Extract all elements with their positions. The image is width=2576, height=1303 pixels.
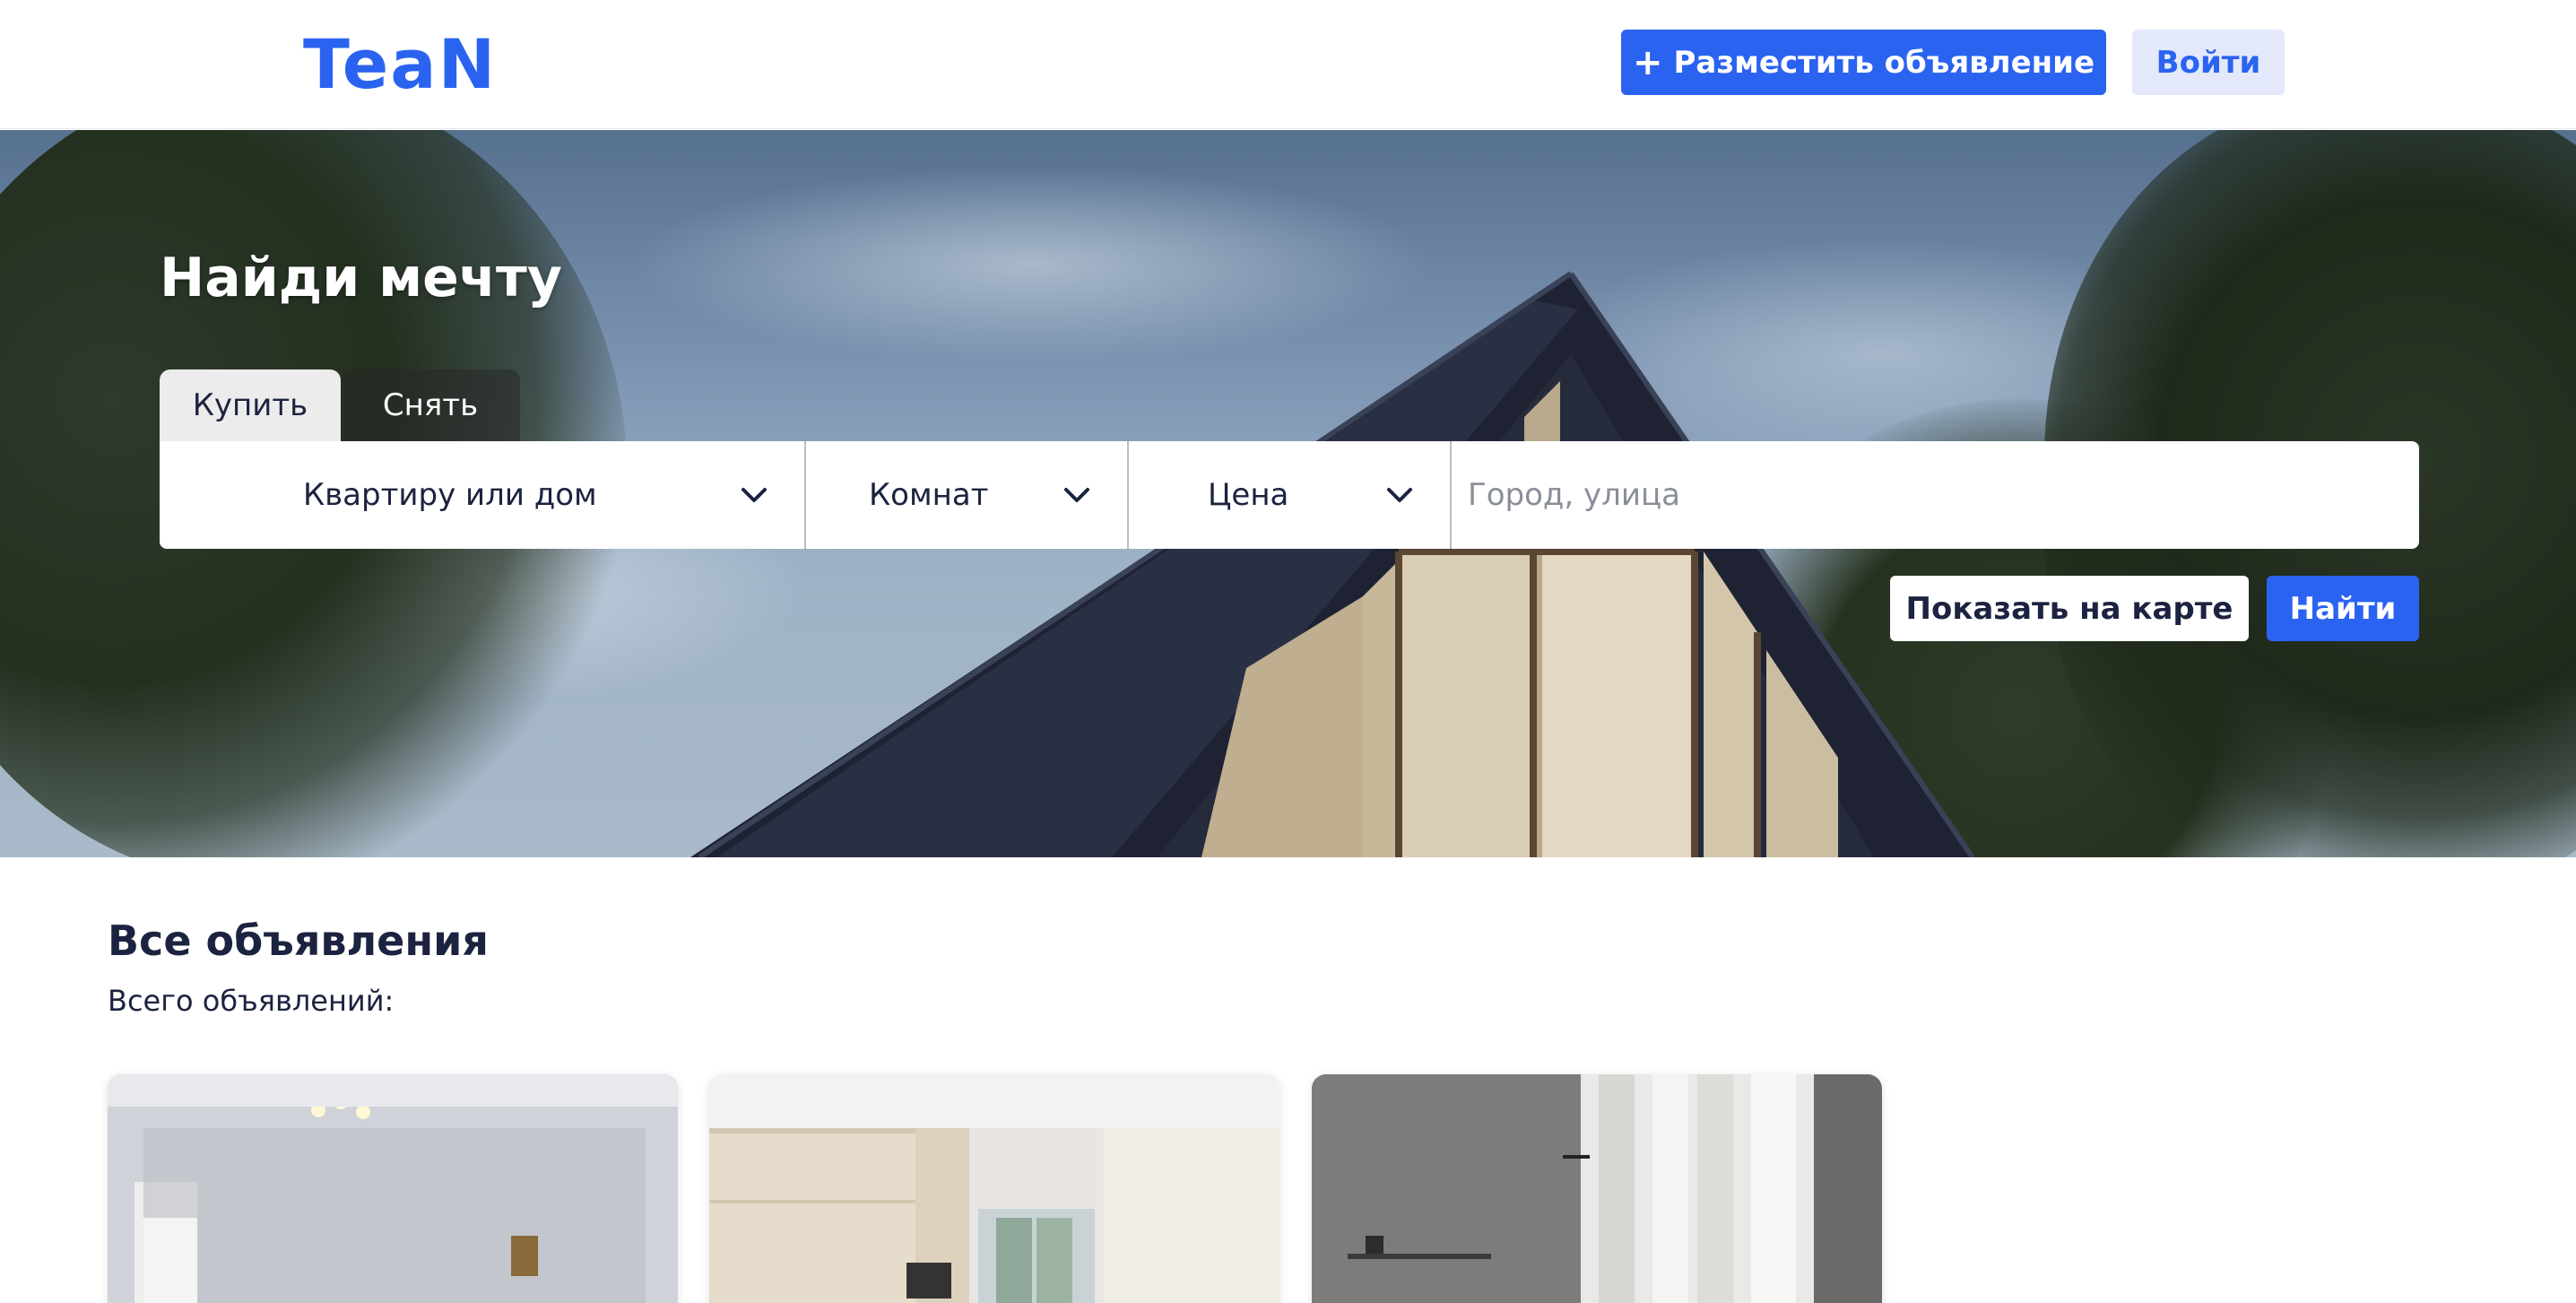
logo[interactable]: TeaN [303,22,497,108]
listing-photo [709,1074,1279,1303]
rooms-select[interactable]: Комнат [806,441,1129,549]
location-input[interactable] [1452,441,2419,549]
listing-card[interactable] [709,1074,1279,1303]
chevron-down-icon [1387,488,1412,502]
search-bar: Квартиру или дом Комнат Цена [160,441,2419,549]
property-type-select[interactable]: Квартиру или дом [160,441,806,549]
property-type-value: Квартиру или дом [303,477,597,513]
plus-icon: + [1632,41,1663,83]
price-value: Цена [1208,477,1289,513]
search-button[interactable]: Найти [2267,576,2419,641]
hero-banner: Найди мечту Купить Снять Квартиру или до… [0,130,2576,857]
listing-card[interactable] [1312,1074,1882,1303]
login-button[interactable]: Войти [2132,30,2285,95]
site-header: TeaN + Разместить объявление Войти [0,0,2576,129]
listings-title: Все объявления [108,916,489,965]
listings-count-label: Всего объявлений: [108,984,395,1018]
tab-buy[interactable]: Купить [160,369,341,441]
chevron-down-icon [1064,488,1089,502]
hero-title: Найди мечту [160,247,562,309]
price-select[interactable]: Цена [1129,441,1452,549]
chevron-down-icon [742,488,767,502]
rooms-value: Комнат [869,477,989,513]
post-listing-label: Разместить объявление [1673,44,2095,81]
post-listing-button[interactable]: + Разместить объявление [1621,30,2106,95]
tab-rent[interactable]: Снять [341,369,520,441]
listing-photo [108,1074,678,1303]
show-on-map-button[interactable]: Показать на карте [1890,576,2249,641]
listing-photo [1312,1074,1882,1303]
listing-card[interactable] [108,1074,678,1303]
